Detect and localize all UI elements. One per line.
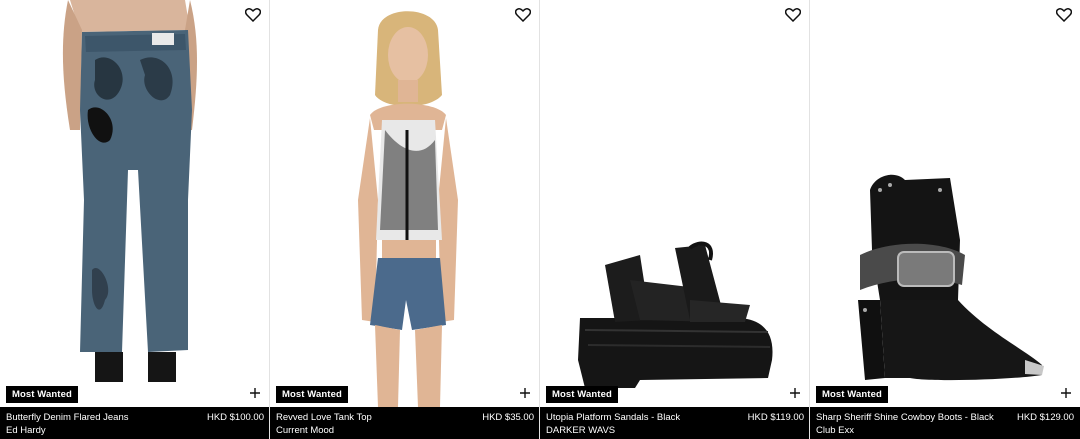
product-card[interactable]: Most Wanted Utopia Platform Sandals - Bl… [540, 0, 810, 439]
product-grid: Most Wanted Butterfly Denim Flared Jeans… [0, 0, 1080, 439]
product-info-bar: Butterfly Denim Flared Jeans HKD $100.00… [0, 407, 269, 439]
product-card[interactable]: Most Wanted Sharp Sheriff Shine Cowboy B… [810, 0, 1080, 439]
product-name[interactable]: Butterfly Denim Flared Jeans [6, 411, 129, 424]
product-price: HKD $119.00 [747, 412, 804, 423]
product-brand[interactable]: Club Exx [816, 424, 1074, 437]
product-brand[interactable]: Current Mood [276, 424, 534, 437]
heart-icon[interactable] [1055, 8, 1073, 23]
plus-icon[interactable] [249, 386, 261, 398]
most-wanted-badge: Most Wanted [816, 386, 888, 403]
heart-icon[interactable] [244, 8, 262, 23]
product-card[interactable]: Most Wanted Butterfly Denim Flared Jeans… [0, 0, 270, 439]
product-image[interactable] [0, 0, 269, 407]
product-name[interactable]: Revved Love Tank Top [276, 411, 372, 424]
product-info-bar: Revved Love Tank Top HKD $35.00 Current … [270, 407, 539, 439]
heart-icon[interactable] [784, 8, 802, 23]
plus-icon[interactable] [1060, 386, 1072, 398]
product-brand[interactable]: DARKER WAVS [546, 424, 804, 437]
plus-icon[interactable] [519, 386, 531, 398]
heart-icon[interactable] [514, 8, 532, 23]
product-info-bar: Utopia Platform Sandals - Black HKD $119… [540, 407, 809, 439]
most-wanted-badge: Most Wanted [276, 386, 348, 403]
most-wanted-badge: Most Wanted [6, 386, 78, 403]
product-image[interactable] [270, 0, 539, 407]
most-wanted-badge: Most Wanted [546, 386, 618, 403]
product-price: HKD $100.00 [206, 412, 264, 423]
product-info-bar: Sharp Sheriff Shine Cowboy Boots - Black… [810, 407, 1080, 439]
product-brand[interactable]: Ed Hardy [6, 424, 264, 437]
product-image[interactable] [810, 0, 1080, 407]
product-price: HKD $35.00 [482, 412, 534, 423]
product-image[interactable] [540, 0, 809, 407]
product-name[interactable]: Sharp Sheriff Shine Cowboy Boots - Black [816, 411, 994, 424]
plus-icon[interactable] [789, 386, 801, 398]
product-price: HKD $129.00 [1016, 412, 1074, 423]
product-card[interactable]: Most Wanted Revved Love Tank Top HKD $35… [270, 0, 540, 439]
product-name[interactable]: Utopia Platform Sandals - Black [546, 411, 680, 424]
